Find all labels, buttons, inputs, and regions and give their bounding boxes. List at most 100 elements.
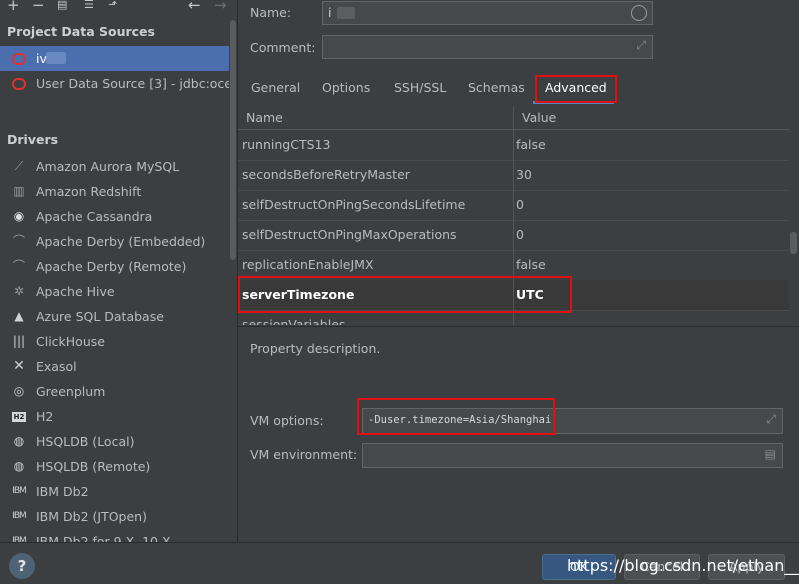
driver-item-amazon-aurora-mysql[interactable]: ⟋ Amazon Aurora MySQL [0, 154, 229, 179]
import-icon[interactable]: ⬏ [108, 0, 117, 11]
driver-item-amazon-redshift[interactable]: ▥ Amazon Redshift [0, 179, 229, 204]
driver-label: Amazon Aurora MySQL [36, 159, 180, 174]
driver-item-hsqldb-remote[interactable]: ◍ HSQLDB (Remote) [0, 454, 229, 479]
vm-options-value: -Duser.timezone=Asia/Shanghai [368, 414, 552, 426]
property-name: serverTimezone [242, 287, 355, 302]
column-divider[interactable] [513, 107, 514, 325]
clear-circle-icon[interactable] [631, 5, 647, 21]
driver-item-apache-derby-remote[interactable]: ⌒ Apache Derby (Remote) [0, 254, 229, 279]
ibm-icon: IBM [12, 511, 27, 521]
driver-label: Azure SQL Database [36, 309, 164, 324]
hive-icon: ✲ [13, 284, 25, 298]
expand-icon[interactable]: ⤢ [766, 412, 776, 427]
comment-field[interactable]: ⤢ [322, 35, 653, 59]
tab-advanced[interactable]: Advanced [545, 80, 607, 95]
back-arrow-icon[interactable]: ← [188, 0, 201, 14]
driver-label: Greenplum [36, 384, 106, 399]
hsqldb-icon: ◍ [13, 434, 25, 448]
driver-item-greenplum[interactable]: ◎ Greenplum [0, 379, 229, 404]
derby-icon: ⌒ [12, 234, 25, 248]
vm-options-field[interactable]: -Duser.timezone=Asia/Shanghai ⤢ [362, 408, 783, 434]
driver-item-ibm-db2-jtopen[interactable]: IBM IBM Db2 (JTOpen) [0, 504, 229, 529]
tab-general[interactable]: General [251, 80, 300, 95]
add-icon[interactable]: + [7, 0, 20, 14]
name-value: i [328, 5, 332, 20]
property-description: Property description. [250, 341, 381, 356]
datasource-item[interactable]: User Data Source [3] - jdbc:oceanb [0, 71, 229, 96]
property-name: runningCTS13 [242, 137, 331, 152]
h2-icon: H2 [12, 412, 26, 422]
property-value[interactable]: 30 [516, 160, 532, 190]
expand-icon[interactable]: ⤢ [636, 38, 646, 53]
property-value[interactable]: 0 [516, 220, 524, 250]
driver-item-ibm-db2[interactable]: IBM IBM Db2 [0, 479, 229, 504]
drivers-heading: Drivers [7, 132, 59, 147]
tab-schemas[interactable]: Schemas [468, 80, 525, 95]
property-value[interactable]: UTC [516, 280, 544, 310]
property-value[interactable]: false [516, 130, 546, 160]
ibm-icon: IBM [12, 536, 27, 542]
driver-label: IBM Db2 (JTOpen) [36, 509, 147, 524]
driver-item-clickhouse[interactable]: ||| ClickHouse [0, 329, 229, 354]
help-button[interactable]: ? [9, 553, 35, 579]
azure-icon: ▲ [14, 309, 24, 323]
driver-item-apache-derby-embedded[interactable]: ⌒ Apache Derby (Embedded) [0, 229, 229, 254]
driver-item-h2[interactable]: H2 H2 [0, 404, 229, 429]
property-name: replicationEnableJMX [242, 257, 374, 272]
tab-options[interactable]: Options [322, 80, 370, 95]
vm-options-label: VM options: [250, 413, 324, 428]
comment-label: Comment: [250, 40, 316, 55]
datasource-item[interactable]: iv [0, 46, 229, 71]
driver-item-apache-cassandra[interactable]: ◉ Apache Cassandra [0, 204, 229, 229]
property-description-area: Property description. [238, 326, 799, 543]
exasol-icon: ✕ [13, 358, 25, 374]
redshift-icon: ▥ [13, 184, 25, 198]
column-header-value[interactable]: Value [514, 107, 789, 130]
redacted-blur [337, 7, 355, 19]
driver-label: HSQLDB (Local) [36, 434, 135, 449]
ibm-icon: IBM [12, 486, 27, 496]
list-icon[interactable]: ☰ [84, 0, 94, 11]
datasource-label: User Data Source [3] - jdbc:oceanb [36, 76, 229, 91]
driver-label: ClickHouse [36, 334, 105, 349]
property-name: secondsBeforeRetryMaster [242, 167, 410, 182]
aurora-icon: ⟋ [14, 159, 24, 173]
oracle-icon [12, 53, 26, 65]
toolbar: + − ▤ ☰ ⬏ ← → [0, 0, 237, 14]
driver-label: Apache Cassandra [36, 209, 153, 224]
driver-item-ibm-db2-9x-10x[interactable]: IBM IBM Db2 for 9.X, 10.X [0, 529, 229, 542]
property-name: selfDestructOnPingSecondsLifetime [242, 197, 466, 212]
driver-label: Amazon Redshift [36, 184, 142, 199]
table-scrollbar-thumb[interactable] [790, 232, 797, 254]
browse-icon[interactable]: ▤ [765, 447, 776, 461]
hsqldb-icon: ◍ [13, 459, 25, 473]
data-sources-panel: + − ▤ ☰ ⬏ ← → Project Data Sources iv Us… [0, 0, 238, 542]
property-name: sessionVariables [242, 317, 346, 325]
name-field[interactable]: i [322, 1, 653, 25]
active-tab-indicator [533, 101, 614, 104]
property-value[interactable]: 0 [516, 190, 524, 220]
driver-item-hsqldb-local[interactable]: ◍ HSQLDB (Local) [0, 429, 229, 454]
driver-item-apache-hive[interactable]: ✲ Apache Hive [0, 279, 229, 304]
vm-environment-field[interactable]: ▤ [362, 443, 783, 468]
column-header-name[interactable]: Name [238, 107, 521, 130]
driver-label: HSQLDB (Remote) [36, 459, 151, 474]
remove-icon[interactable]: − [32, 0, 45, 14]
driver-label: IBM Db2 for 9.X, 10.X [36, 534, 171, 542]
tab-bar: General Options SSH/SSL Schemas Advanced [238, 73, 799, 103]
driver-item-azure-sql-database[interactable]: ▲ Azure SQL Database [0, 304, 229, 329]
clickhouse-icon: ||| [12, 334, 26, 348]
watermark-text: https://blog.csdn.net/ethan__xu [567, 556, 799, 575]
driver-label: Apache Derby (Remote) [36, 259, 187, 274]
left-scrollbar-thumb[interactable] [230, 20, 236, 260]
table-scrollbar[interactable] [789, 107, 799, 325]
property-name: selfDestructOnPingMaxOperations [242, 227, 457, 242]
driver-label: H2 [36, 409, 54, 424]
copy-icon[interactable]: ▤ [57, 0, 67, 11]
forward-arrow-icon[interactable]: → [214, 0, 227, 14]
property-value[interactable]: false [516, 250, 546, 280]
driver-item-exasol[interactable]: ✕ Exasol [0, 354, 229, 379]
tab-ssh-ssl[interactable]: SSH/SSL [394, 80, 446, 95]
driver-label: Apache Derby (Embedded) [36, 234, 206, 249]
driver-label: IBM Db2 [36, 484, 89, 499]
